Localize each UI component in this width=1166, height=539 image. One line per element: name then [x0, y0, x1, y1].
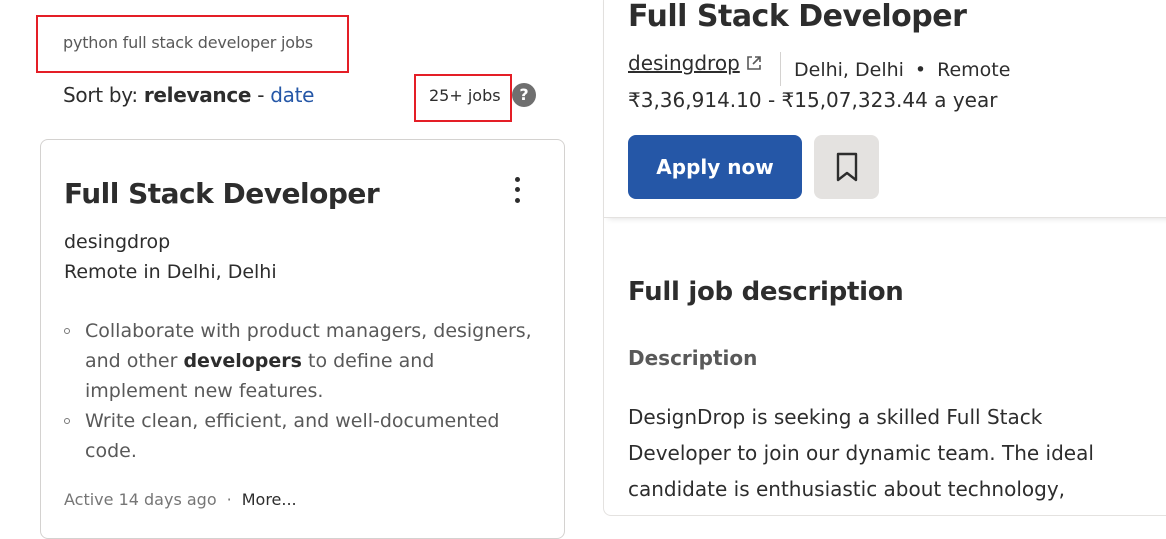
more-options-icon[interactable] — [509, 174, 525, 206]
more-link[interactable]: More... — [242, 490, 297, 509]
job-detail-company-link[interactable]: desingdrop — [628, 51, 762, 75]
apply-now-button[interactable]: Apply now — [628, 135, 802, 199]
bullet-icon — [64, 328, 70, 334]
help-icon[interactable]: ? — [512, 83, 536, 107]
job-detail-pane: Full Stack Developer desingdrop Delhi, D… — [603, 0, 1166, 516]
job-card-title[interactable]: Full Stack Developer — [64, 177, 380, 210]
header-divider — [780, 52, 781, 86]
job-detail-salary: ₹3,36,914.10 - ₹15,07,323.44 a year — [628, 88, 998, 112]
bookmark-icon — [836, 152, 857, 182]
sort-date-link[interactable]: date — [270, 83, 314, 107]
job-card[interactable]: Full Stack Developer desingdrop Remote i… — [40, 139, 565, 539]
sort-separator: - — [257, 83, 265, 107]
job-snippet: Collaborate with product managers, desig… — [64, 316, 534, 466]
bullet-icon — [64, 418, 70, 424]
job-snippet-item: Collaborate with product managers, desig… — [64, 316, 534, 406]
job-detail-location: Delhi, Delhi • Remote — [794, 59, 1011, 81]
description-body: DesignDrop is seeking a skilled Full Sta… — [628, 405, 1094, 501]
job-card-location: Remote in Delhi, Delhi — [64, 261, 277, 283]
external-link-icon — [746, 56, 761, 70]
description-subheading: Description — [628, 346, 758, 370]
search-query-label: python full stack developer jobs — [63, 33, 313, 52]
sort-relevance: relevance — [143, 83, 252, 107]
job-card-footer: Active 14 days ago · More... — [64, 490, 297, 509]
full-description-heading: Full job description — [628, 277, 904, 307]
job-detail-header: Full Stack Developer desingdrop Delhi, D… — [604, 0, 1166, 218]
active-date: Active 14 days ago — [64, 490, 217, 509]
job-snippet-item: Write clean, efficient, and well-documen… — [64, 406, 534, 466]
save-job-button[interactable] — [814, 135, 879, 199]
job-detail-title: Full Stack Developer — [628, 0, 967, 34]
sort-prefix: Sort by: — [63, 83, 138, 107]
job-count: 25+ jobs — [429, 86, 501, 105]
footer-dot: · — [226, 490, 232, 509]
job-card-company: desingdrop — [64, 231, 171, 253]
sort-options: Sort by: relevance - date — [63, 83, 314, 107]
